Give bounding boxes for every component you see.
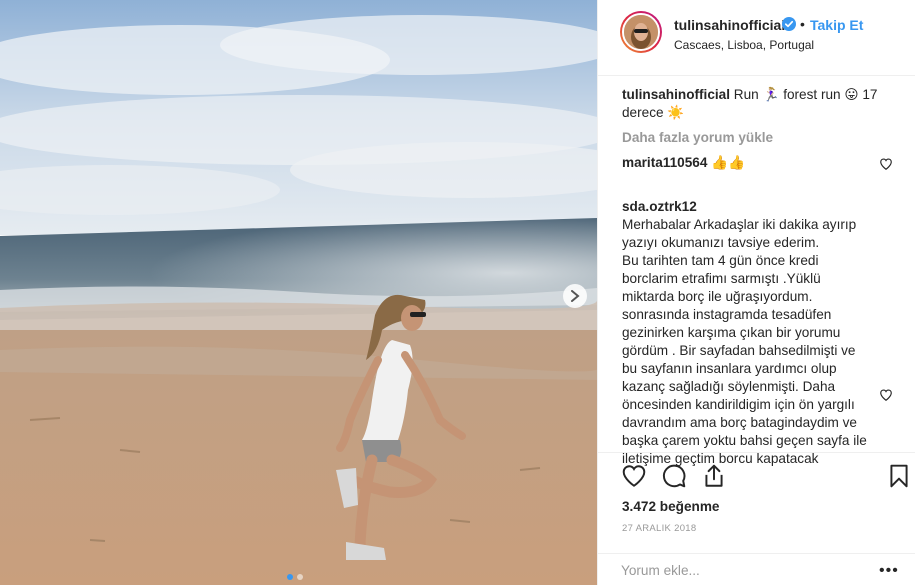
post-sidebar: tulinsahinofficial • Takip Et Cascaes, L… bbox=[597, 0, 915, 585]
profile-photo bbox=[624, 15, 658, 49]
heart-icon[interactable] bbox=[621, 463, 647, 489]
post-date[interactable]: 27 ARALIK 2018 bbox=[622, 523, 696, 534]
comment-username[interactable]: sda.oztrk12 bbox=[622, 199, 697, 214]
caption: tulinsahinofficial Run 🏃🏼‍♀️ forest run … bbox=[622, 86, 892, 122]
share-icon[interactable] bbox=[701, 463, 727, 489]
post-actions: 3.472 beğenme 27 ARALIK 2018 ••• bbox=[598, 452, 915, 585]
comment-text: Merhabalar Arkadaşlar iki dakika ayırıp … bbox=[622, 217, 867, 466]
carousel-indicators bbox=[287, 574, 303, 580]
comment-like-icon[interactable] bbox=[879, 157, 893, 171]
add-comment-bar: ••• bbox=[598, 553, 915, 585]
comment-item: sda.oztrk12 Merhabalar Arkadaşlar iki da… bbox=[622, 180, 867, 468]
header-separator: • bbox=[800, 16, 805, 32]
comment-input[interactable] bbox=[621, 560, 861, 580]
post-username[interactable]: tulinsahinofficial bbox=[674, 17, 785, 33]
follow-button[interactable]: Takip Et bbox=[810, 17, 863, 33]
chevron-right-icon bbox=[571, 290, 580, 302]
avatar[interactable] bbox=[620, 11, 662, 53]
next-slide-button[interactable] bbox=[563, 284, 587, 308]
comment-text: 👍👍 bbox=[711, 155, 746, 170]
post-header: tulinsahinofficial • Takip Et Cascaes, L… bbox=[598, 0, 915, 76]
post-media[interactable] bbox=[0, 0, 597, 585]
load-more-comments-button[interactable]: Daha fazla yorum yükle bbox=[622, 130, 773, 145]
comment-item: marita110564 👍👍 bbox=[622, 154, 872, 172]
verified-badge-icon bbox=[782, 17, 796, 31]
beach-photo bbox=[0, 0, 597, 585]
comment-like-icon[interactable] bbox=[879, 388, 893, 402]
post-location[interactable]: Cascaes, Lisboa, Portugal bbox=[674, 38, 814, 52]
comment-bubble-icon[interactable] bbox=[661, 463, 687, 489]
caption-username[interactable]: tulinsahinofficial bbox=[622, 87, 730, 102]
carousel-dot-active bbox=[287, 574, 293, 580]
bookmark-icon[interactable] bbox=[886, 463, 912, 489]
comment-username[interactable]: marita110564 bbox=[622, 155, 707, 170]
like-count[interactable]: 3.472 beğenme bbox=[622, 499, 719, 514]
carousel-dot bbox=[297, 574, 303, 580]
more-options-icon[interactable]: ••• bbox=[879, 562, 899, 580]
